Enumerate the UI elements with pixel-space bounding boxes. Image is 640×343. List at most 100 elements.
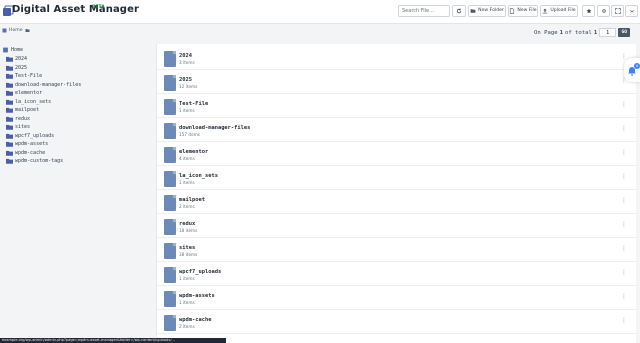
folder-item-count: 157 items [179, 132, 200, 137]
new-folder-button[interactable]: New Folder [468, 5, 506, 17]
tree-item[interactable]: wpdm-cache [6, 150, 45, 156]
tree-item[interactable]: la_icon_sets [6, 99, 51, 105]
folder-row[interactable]: 2025 12 items ⋮ [157, 70, 637, 94]
folder-row[interactable]: wpdm-assets 1 items ⋮ [157, 286, 637, 310]
settings-button[interactable] [597, 5, 610, 17]
star-icon [586, 8, 591, 14]
tree-item-label: download-manager-files [15, 81, 82, 88]
folder-thumbnail-icon [164, 267, 176, 283]
folder-name: redux [179, 221, 196, 227]
more-options-icon[interactable]: ⋮ [621, 126, 627, 132]
folder-name: wpdm-cache [179, 317, 212, 323]
status-url-bar: example.org/wp-admin/admin.php?page=wpdm… [0, 338, 226, 343]
go-button[interactable]: GO [618, 28, 631, 37]
breadcrumb: Home [2, 28, 30, 33]
folder-name: Test-File [179, 101, 209, 107]
more-options-icon[interactable]: ⋮ [621, 102, 627, 108]
breadcrumb-home[interactable]: Home [9, 28, 23, 33]
tree-item-label: wpcf7_uploads [15, 132, 55, 139]
file-plus-icon [510, 8, 515, 14]
folder-row[interactable]: wpcf7_uploads 1 items ⋮ [157, 262, 637, 286]
folder-icon [25, 29, 30, 32]
folder-name: elementor [179, 149, 209, 155]
folder-icon [6, 150, 13, 156]
new-file-button[interactable]: New File [508, 5, 538, 17]
folder-item-count: 1 items [179, 276, 195, 281]
folder-list: 2024 3 items ⋮ 2025 12 items ⋮ Test-File… [156, 44, 637, 343]
refresh-button[interactable] [452, 5, 466, 17]
folder-thumbnail-icon [164, 99, 176, 115]
folder-icon [6, 73, 13, 79]
tree-item[interactable]: wpdm-assets [6, 141, 48, 147]
folder-name: sites [179, 245, 196, 251]
upload-icon [542, 8, 548, 14]
folder-row[interactable]: mailpoet 2 items ⋮ [157, 190, 637, 214]
more-options-icon[interactable]: ⋮ [621, 198, 627, 204]
fullscreen-button[interactable] [611, 5, 624, 17]
home-grid-icon [2, 28, 7, 33]
folder-icon [6, 82, 13, 88]
folder-item-count: 1 items [179, 108, 195, 113]
folder-name: 2025 [179, 77, 192, 83]
pager-middle: of total [564, 29, 592, 36]
folder-item-count: 2 items [179, 324, 195, 329]
folder-row[interactable]: 2024 3 items ⋮ [157, 46, 637, 70]
folder-icon [6, 158, 13, 164]
folder-name: wpdm-assets [179, 293, 215, 299]
upload-file-label: Upload File [550, 8, 576, 13]
tree-item[interactable]: Test-File [6, 73, 42, 79]
folder-item-count: 1 items [179, 300, 195, 305]
notification-bell-button[interactable]: 6 [624, 58, 640, 82]
folder-icon [6, 56, 13, 62]
folder-thumbnail-icon [164, 171, 176, 187]
tree-root-home[interactable]: Home [2, 47, 23, 53]
folder-row[interactable]: la_icon_sets 1 items ⋮ [157, 166, 637, 190]
folder-tree: Home 2024 2025 Test-File download-manage… [0, 44, 156, 343]
tree-item[interactable]: download-manager-files [6, 82, 81, 88]
folder-item-count: 2 items [179, 204, 195, 209]
tree-item[interactable]: 2024 [6, 56, 27, 62]
tree-item-label: wpdm-custom-tags [15, 158, 64, 164]
tree-item-label: wpdm-cache [15, 149, 46, 156]
tree-item[interactable]: sites [6, 124, 30, 130]
upload-file-button[interactable]: Upload File [540, 5, 578, 17]
folder-item-count: 12 items [179, 84, 198, 89]
dropdown-toggle-button[interactable] [625, 5, 638, 17]
tree-item[interactable]: mailpoet [6, 107, 39, 113]
folder-name: wpcf7_uploads [179, 269, 222, 275]
search-input[interactable] [398, 5, 450, 17]
folder-thumbnail-icon [164, 315, 176, 331]
folder-name: mailpoet [179, 197, 205, 203]
folder-row[interactable]: elementor 4 items ⋮ [157, 142, 637, 166]
folder-row[interactable]: redux 18 items ⋮ [157, 214, 637, 238]
more-options-icon[interactable]: ⋮ [621, 222, 627, 228]
tree-item-label: sites [15, 124, 31, 130]
chevron-down-icon [629, 10, 634, 13]
folder-row[interactable]: sites 38 items ⋮ [157, 238, 637, 262]
folder-item-count: 38 items [179, 252, 198, 257]
folder-thumbnail-icon [164, 75, 176, 91]
more-options-icon[interactable]: ⋮ [621, 318, 627, 324]
tree-item-label: 2024 [15, 56, 28, 62]
more-options-icon[interactable]: ⋮ [621, 294, 627, 300]
tree-item[interactable]: wpdm-custom-tags [6, 158, 63, 164]
folder-row[interactable]: wpdm-cache 2 items ⋮ [157, 310, 637, 334]
page-number-input[interactable] [599, 28, 617, 37]
tree-item-label: wpdm-assets [15, 141, 49, 147]
gear-icon [601, 9, 606, 13]
more-options-icon[interactable]: ⋮ [621, 246, 627, 252]
tree-item[interactable]: elementor [6, 90, 42, 96]
favorite-button[interactable] [582, 5, 595, 17]
folder-row[interactable]: download-manager-files 157 items ⋮ [157, 118, 637, 142]
folder-icon [6, 116, 13, 122]
tree-item[interactable]: 2025 [6, 65, 27, 71]
folder-thumbnail-icon [164, 243, 176, 259]
folder-item-count: 4 items [179, 156, 195, 161]
tree-item[interactable]: redux [6, 116, 30, 122]
tree-item[interactable]: wpcf7_uploads [6, 133, 54, 139]
more-options-icon[interactable]: ⋮ [621, 174, 627, 180]
more-options-icon[interactable]: ⋮ [621, 270, 627, 276]
folder-row[interactable]: Test-File 1 items ⋮ [157, 94, 637, 118]
folder-plus-icon [470, 9, 476, 13]
more-options-icon[interactable]: ⋮ [621, 150, 627, 156]
